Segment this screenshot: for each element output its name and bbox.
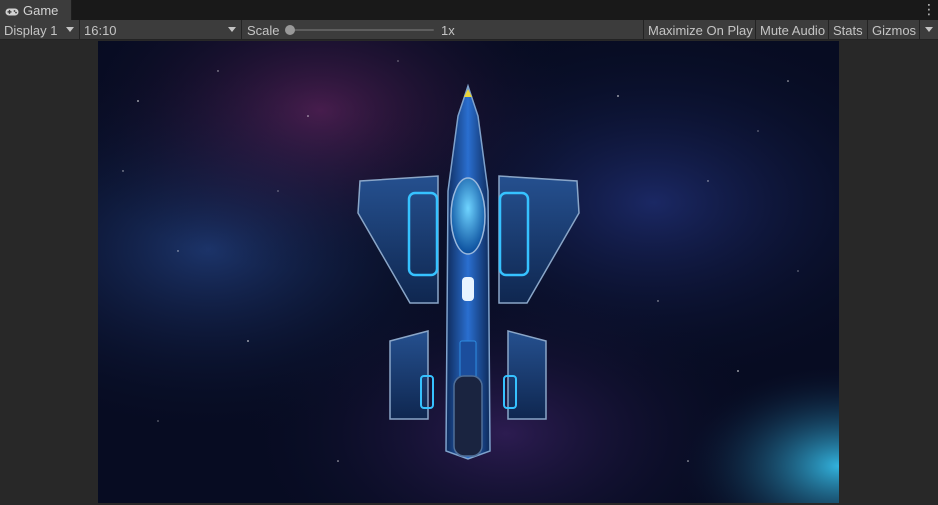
- aspect-dropdown[interactable]: 16:10: [80, 20, 242, 40]
- maximize-on-play-button[interactable]: Maximize On Play: [644, 20, 756, 40]
- chevron-down-icon: [66, 27, 74, 32]
- aspect-dropdown-label: 16:10: [84, 22, 117, 38]
- scale-slider-track[interactable]: [290, 29, 434, 31]
- display-dropdown[interactable]: Display 1: [0, 20, 80, 40]
- gizmos-dropdown[interactable]: [920, 20, 938, 40]
- tab-bar: Game ⋮: [0, 0, 938, 20]
- chevron-down-icon: [925, 27, 933, 32]
- tab-game[interactable]: Game: [0, 0, 72, 20]
- mute-audio-label: Mute Audio: [760, 22, 826, 38]
- kebab-menu-icon[interactable]: ⋮: [922, 1, 936, 17]
- chevron-down-icon: [228, 27, 236, 32]
- scale-label: Scale: [247, 22, 280, 38]
- gizmos-label: Gizmos: [872, 22, 917, 38]
- stats-button[interactable]: Stats: [829, 20, 868, 40]
- game-view[interactable]: [98, 41, 839, 503]
- game-viewport: [0, 41, 938, 505]
- space-background: [98, 41, 839, 503]
- stats-label: Stats: [833, 22, 863, 38]
- maximize-on-play-label: Maximize On Play: [648, 22, 753, 38]
- mute-audio-button[interactable]: Mute Audio: [756, 20, 829, 40]
- game-toolbar: Display 1 16:10 Scale 1x Maximize On Pla…: [0, 20, 938, 40]
- display-dropdown-label: Display 1: [4, 22, 58, 38]
- tab-game-label: Game: [23, 2, 59, 18]
- scale-control: Scale 1x: [242, 20, 644, 40]
- gizmos-button[interactable]: Gizmos: [868, 20, 920, 40]
- scale-slider-thumb[interactable]: [285, 25, 295, 35]
- gamepad-icon: [5, 5, 19, 16]
- scale-value: 1x: [441, 22, 455, 38]
